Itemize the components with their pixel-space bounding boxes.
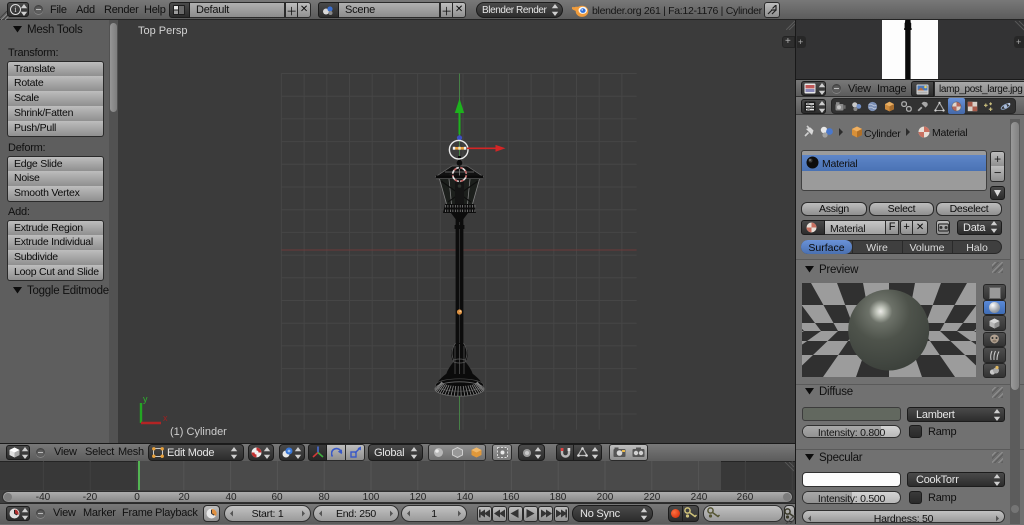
svg-text:x: x [163, 413, 168, 423]
svg-text:y: y [143, 394, 148, 404]
